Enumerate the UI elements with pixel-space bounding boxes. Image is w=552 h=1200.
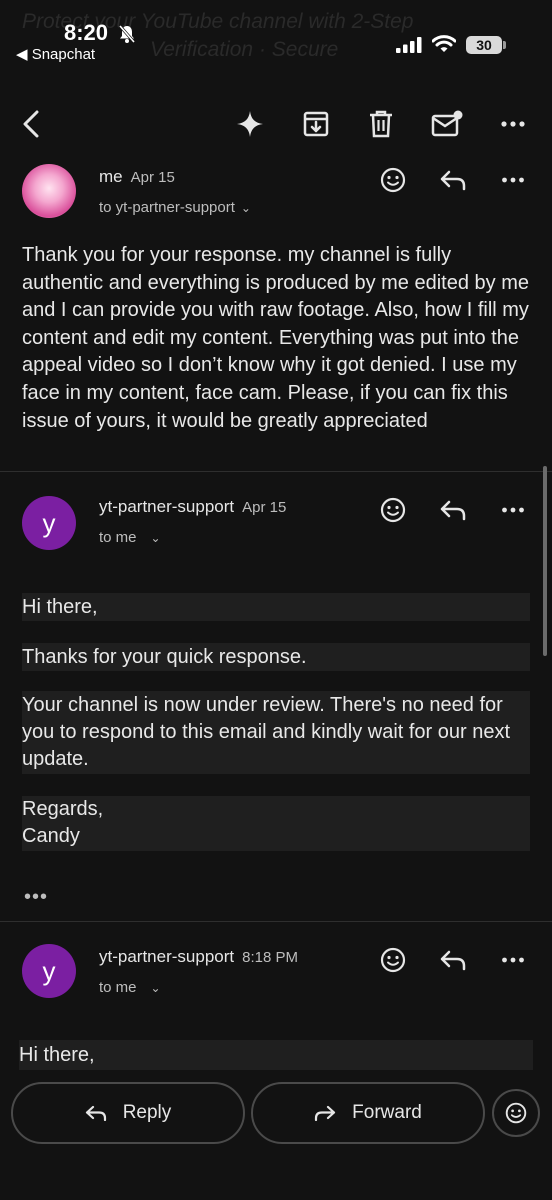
message-line: Thanks for your quick response. <box>22 643 530 671</box>
ghost-subject-line2: Verification · Secure <box>150 38 339 61</box>
reply-icon[interactable] <box>436 943 470 977</box>
emoji-react-button[interactable] <box>492 1089 540 1137</box>
status-time: 8:20 <box>64 20 109 45</box>
sender-line: yt-partner-support Apr 15 <box>99 497 286 517</box>
recipient-line[interactable]: to me ⌄ <box>99 529 161 546</box>
reply-arrow-icon <box>85 1105 106 1121</box>
smiley-icon <box>505 1102 527 1124</box>
reply-icon[interactable] <box>436 163 470 197</box>
emoji-reaction-icon[interactable] <box>376 493 410 527</box>
avatar: y <box>22 944 76 998</box>
bell-slash-icon <box>118 25 136 43</box>
message-greeting: Hi there, <box>19 1040 533 1070</box>
cellular-signal-icon <box>396 37 422 53</box>
reply-label: Reply <box>122 1102 172 1123</box>
recipient-text: to yt-partner-support <box>99 199 235 216</box>
divider <box>0 471 552 472</box>
message-more-icon[interactable] <box>496 943 530 977</box>
signature-text: Candy <box>22 825 80 847</box>
emoji-reaction-icon[interactable] <box>376 943 410 977</box>
forward-arrow-icon <box>315 1105 336 1121</box>
avatar: y <box>22 496 76 550</box>
reply-button[interactable]: Reply <box>11 1082 245 1144</box>
forward-label: Forward <box>352 1102 422 1123</box>
wifi-icon <box>432 35 456 52</box>
scrollbar[interactable] <box>543 466 547 656</box>
sender-name: me <box>99 167 123 186</box>
message-date: 8:18 PM <box>242 949 298 966</box>
message-more-icon[interactable] <box>496 493 530 527</box>
battery-tip <box>503 41 506 49</box>
back-to-app-link[interactable]: ◀ Snapchat <box>16 45 95 63</box>
recipient-text: to me <box>99 979 137 996</box>
back-arrow-icon[interactable] <box>13 106 49 142</box>
message-header[interactable]: y yt-partner-support 8:18 PM to me ⌄ <box>0 940 552 1010</box>
message-paragraph: Your channel is now under review. There'… <box>22 691 530 774</box>
message-date: Apr 15 <box>242 499 287 516</box>
sender-line: me Apr 15 <box>99 167 175 187</box>
archive-icon[interactable] <box>298 106 334 142</box>
message-greeting: Hi there, <box>22 593 530 621</box>
avatar <box>22 164 76 218</box>
sender-line: yt-partner-support 8:18 PM <box>99 947 298 967</box>
message-signoff: Regards, Candy <box>22 796 530 851</box>
recipient-text: to me <box>99 529 137 546</box>
divider <box>0 921 552 922</box>
message-body: Thank you for your response. my channel … <box>22 244 529 432</box>
chevron-down-icon: ⌄ <box>150 531 161 545</box>
trash-icon[interactable] <box>363 106 399 142</box>
more-options-icon[interactable] <box>495 106 531 142</box>
sender-name: yt-partner-support <box>99 497 235 516</box>
chevron-down-icon: ⌄ <box>150 981 161 995</box>
sparkle-icon[interactable] <box>232 106 268 142</box>
forward-button[interactable]: Forward <box>251 1082 485 1144</box>
recipient-line[interactable]: to me ⌄ <box>99 979 161 996</box>
message-more-icon[interactable] <box>496 163 530 197</box>
battery-indicator: 30 <box>466 36 502 54</box>
sender-name: yt-partner-support <box>99 947 235 966</box>
chevron-down-icon: ⌄ <box>240 201 251 215</box>
emoji-reaction-icon[interactable] <box>376 163 410 197</box>
email-toolbar <box>0 96 552 152</box>
mark-unread-icon[interactable] <box>429 106 465 142</box>
recipient-line[interactable]: to yt-partner-support ⌄ <box>99 199 251 216</box>
message-date: Apr 15 <box>130 169 175 186</box>
bottom-action-bar: Reply Forward <box>0 1072 552 1200</box>
reply-icon[interactable] <box>436 493 470 527</box>
message-header[interactable]: y yt-partner-support Apr 15 to me ⌄ <box>0 490 552 560</box>
email-thread-screen: Protect your YouTube channel with 2-Step… <box>0 0 552 1200</box>
status-bar: Protect your YouTube channel with 2-Step… <box>0 0 552 80</box>
regards-text: Regards, <box>22 798 104 820</box>
message-header[interactable]: me Apr 15 to yt-partner-support ⌄ <box>0 160 552 230</box>
show-trimmed-content-button[interactable]: ••• <box>24 886 48 909</box>
